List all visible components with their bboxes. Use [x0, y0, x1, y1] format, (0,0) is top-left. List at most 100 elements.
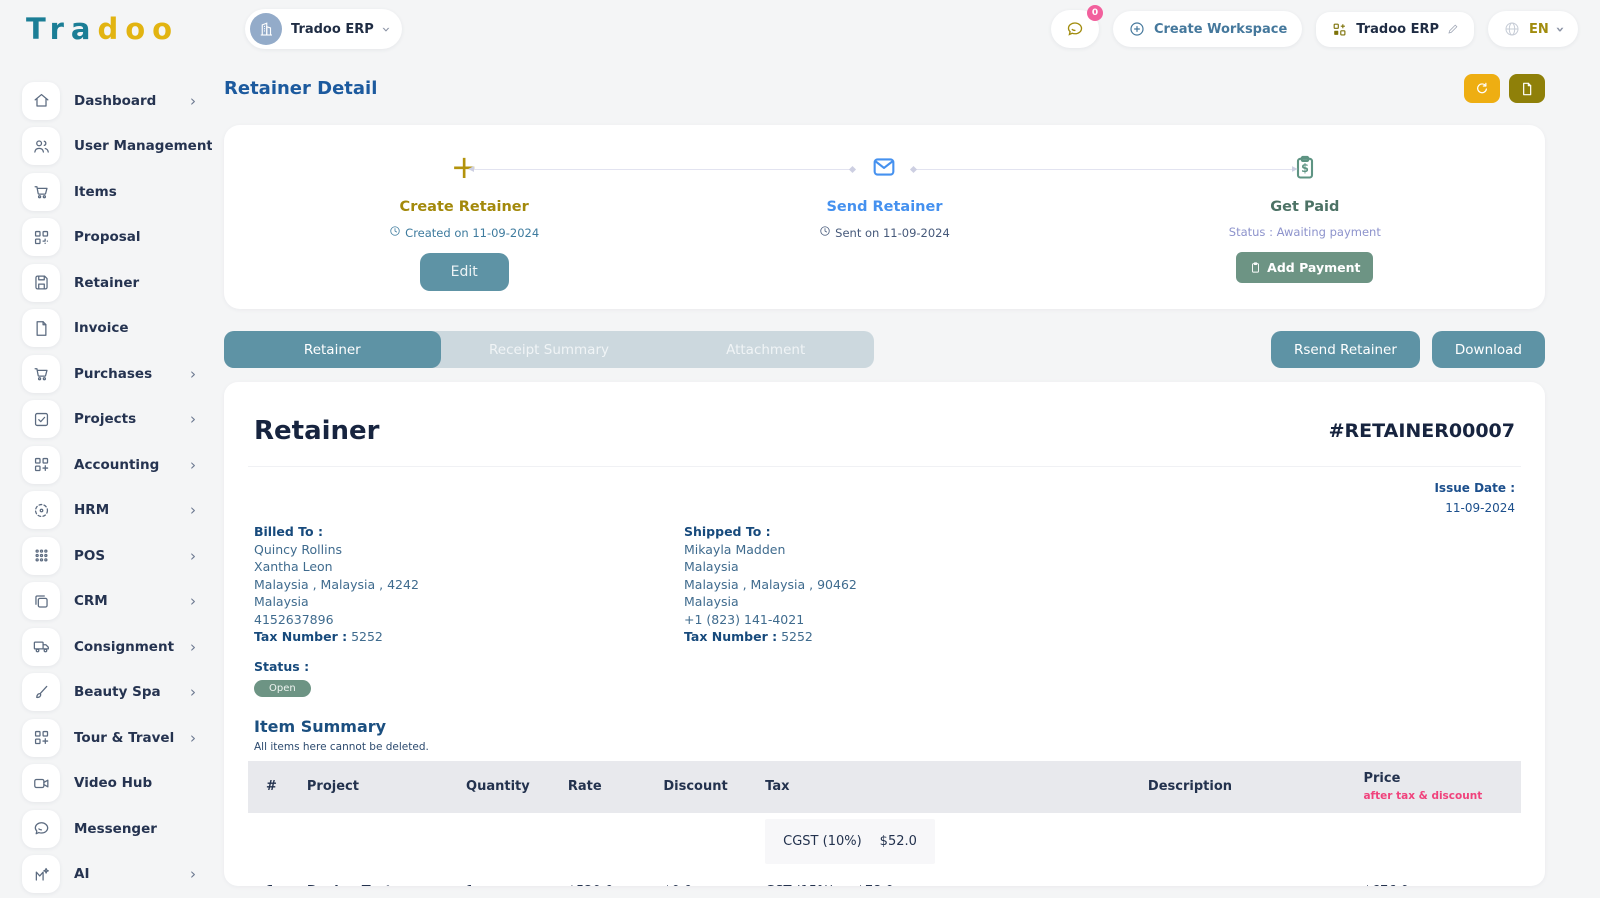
sidebar-item-dashboard[interactable]: Dashboard› [22, 78, 202, 124]
billed-to-block: Billed To :Quincy RollinsXantha LeonMala… [254, 523, 684, 646]
sidebar-item-accounting[interactable]: Accounting› [22, 442, 202, 488]
column-header-rate: Rate [560, 761, 655, 813]
retainer-number: #RETAINER00007 [1329, 420, 1515, 442]
video-icon [22, 764, 60, 802]
chevron-right-icon: › [190, 592, 202, 610]
sidebar-item-invoice[interactable]: Invoice [22, 306, 202, 352]
download-button[interactable]: Download [1432, 331, 1545, 368]
issue-date-block: Issue Date : 11-09-2024 [254, 481, 1515, 515]
chat-icon [22, 810, 60, 848]
sidebar-item-retainer[interactable]: Retainer [22, 260, 202, 306]
main-content: Retainer Detail + Create Retainer Create… [212, 58, 1600, 898]
cell-rate: $520.0 [560, 868, 655, 887]
address-line: Malaysia [684, 593, 1114, 611]
item-summary-note: All items here cannot be deleted. [254, 741, 1515, 753]
sidebar-item-label: Tour & Travel [74, 730, 174, 746]
chevron-right-icon: › [190, 729, 202, 747]
sidebar-item-proposal[interactable]: Proposal [22, 215, 202, 261]
brush-icon [22, 673, 60, 711]
sidebar-item-crm[interactable]: CRM › [22, 579, 202, 625]
step-send-title: Send Retainer [826, 199, 942, 215]
create-workspace-button[interactable]: Create Workspace [1113, 11, 1302, 47]
sidebar-item-label: Projects [74, 411, 136, 427]
sidebar-item-projects[interactable]: Projects › [22, 397, 202, 443]
tax-detail-row: CGST (10%)$52.0 [248, 813, 1521, 868]
refresh-icon [1474, 81, 1490, 97]
tab-bar: RetainerReceipt SummaryAttachment [224, 331, 874, 368]
step-create-subtitle: Created on 11-09-2024 [389, 225, 539, 240]
address-line: Malaysia [684, 558, 1114, 576]
truck-icon [22, 628, 60, 666]
workspace-button[interactable]: Tradoo ERP [1316, 12, 1474, 47]
cart-icon [22, 173, 60, 211]
sidebar-item-ai[interactable]: AI › [22, 852, 202, 898]
squares-icon [22, 582, 60, 620]
sidebar-item-label: Purchases [74, 366, 152, 382]
add-payment-button[interactable]: Add Payment [1236, 252, 1373, 283]
sidebar-item-label: CRM [74, 593, 108, 609]
sidebar-item-user-management[interactable]: User Management› [22, 124, 202, 170]
step-send-subtitle: Sent on 11-09-2024 [819, 225, 950, 240]
sidebar-item-label: AI [74, 866, 89, 882]
tab-attachment[interactable]: Attachment [657, 331, 874, 368]
sidebar-item-items[interactable]: Items [22, 169, 202, 215]
status-badge: Open [254, 680, 311, 697]
tax-amount: $78.0 [857, 884, 903, 887]
sidebar-item-hrm[interactable]: HRM› [22, 488, 202, 534]
sidebar-item-label: User Management [74, 138, 212, 154]
sidebar-item-pos[interactable]: POS› [22, 533, 202, 579]
workspace-selector-label: Tradoo ERP [291, 22, 374, 37]
sidebar-item-purchases[interactable]: Purchases› [22, 351, 202, 397]
step-paid-title: Get Paid [1270, 199, 1339, 215]
workspace-selector[interactable]: Tradoo ERP › [245, 9, 402, 49]
sidebar-item-label: Consignment [74, 639, 174, 655]
sidebar-item-beauty-spa[interactable]: Beauty Spa› [22, 670, 202, 716]
cell-description: - [1024, 868, 1355, 887]
language-label: EN [1529, 22, 1549, 37]
resend-retainer-button[interactable]: Rsend Retainer [1271, 331, 1420, 368]
tab-receipt-summary[interactable]: Receipt Summary [441, 331, 658, 368]
file-icon [1519, 81, 1535, 97]
column-header-quantity: Quantity [458, 761, 560, 813]
chat-button[interactable]: 0 [1051, 10, 1099, 48]
empty-cell [655, 813, 757, 868]
price-header-label: Price [1363, 771, 1513, 786]
shipped-to-block: Shipped To :Mikayla MaddenMalaysiaMalays… [684, 523, 1114, 646]
chevron-right-icon: › [190, 865, 202, 883]
tax-number-label: Tax Number : [684, 629, 777, 644]
sidebar-item-messenger[interactable]: Messenger [22, 806, 202, 852]
language-selector[interactable]: EN › [1488, 11, 1578, 47]
sidebar-item-tour-travel[interactable]: Tour & Travel › [22, 715, 202, 761]
clock-icon [819, 225, 831, 240]
empty-cell [1024, 813, 1355, 868]
app-logo: Tradoo [26, 12, 231, 46]
payment-receipt-icon: $ [1291, 151, 1319, 183]
chat-badge: 0 [1087, 5, 1103, 21]
sidebar-item-label: HRM [74, 502, 109, 518]
cart-icon [22, 355, 60, 393]
column-header-price: Priceafter tax & discount [1355, 761, 1521, 813]
column-header-discount: Discount [655, 761, 757, 813]
empty-cell [560, 813, 655, 868]
sidebar-item-consignment[interactable]: Consignment › [22, 624, 202, 670]
sidebar-item-label: Beauty Spa [74, 684, 161, 700]
address-line: 4152637896 [254, 611, 684, 629]
column-header-project: Project [299, 761, 458, 813]
tax-detail-cell: CGST (10%)$52.0 [757, 813, 1024, 868]
edit-button[interactable]: Edit [420, 253, 509, 291]
document-button[interactable] [1509, 74, 1545, 103]
step-send-retainer: Send Retainer Sent on 11-09-2024 [674, 151, 1094, 291]
retainer-document-card: Retainer #RETAINER00007 Issue Date : 11-… [224, 382, 1545, 886]
item-summary-title: Item Summary [254, 717, 1515, 736]
chevron-right-icon: › [190, 410, 202, 428]
sidebar-item-video-hub[interactable]: Video Hub [22, 761, 202, 807]
empty-cell [248, 813, 299, 868]
retainer-progress-card: + Create Retainer Created on 11-09-2024 … [224, 125, 1545, 309]
issue-date-label: Issue Date : [254, 481, 1515, 495]
refresh-button[interactable] [1464, 74, 1500, 103]
tab-retainer[interactable]: Retainer [224, 331, 441, 368]
svg-text:$: $ [1301, 162, 1309, 175]
chevron-right-icon: › [190, 638, 202, 656]
address-line: Mikayla Madden [684, 541, 1114, 559]
sidebar: Dashboard›User Management›ItemsProposalR… [0, 58, 212, 898]
